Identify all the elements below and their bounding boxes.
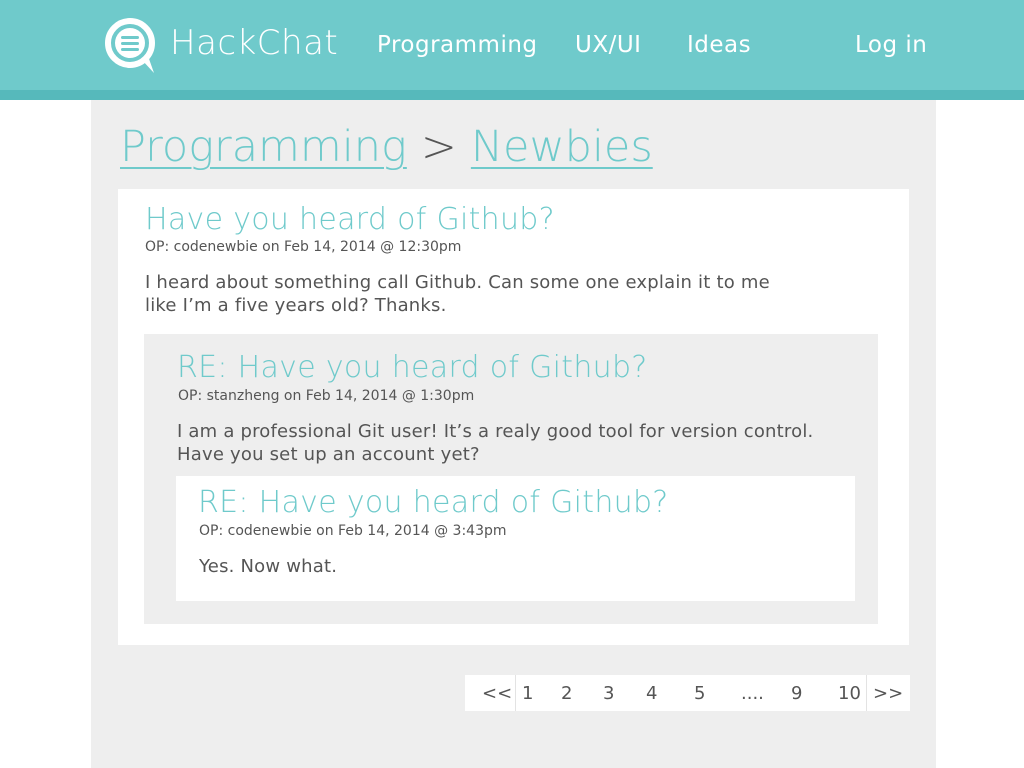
brand-name[interactable]: HackChat [170, 23, 338, 63]
pagination-page-1[interactable]: 1 [522, 683, 533, 704]
nested-reply-body-line: Yes. Now what. [199, 556, 338, 577]
breadcrumb-programming-link[interactable]: Programming [120, 122, 407, 172]
login-link[interactable]: Log in [855, 32, 927, 58]
pagination-page-2[interactable]: 2 [561, 683, 572, 704]
pagination-page-3[interactable]: 3 [603, 683, 614, 704]
post-body: I heard about something call Github. Can… [145, 271, 770, 317]
reply-body-line: I am a professional Git user! It’s a rea… [177, 421, 814, 442]
pagination-page-4[interactable]: 4 [646, 683, 657, 704]
pagination-page-9[interactable]: 9 [791, 683, 802, 704]
pagination-divider [515, 675, 516, 711]
breadcrumb: Programming > Newbies [120, 122, 653, 172]
header-stripe [0, 90, 1024, 100]
reply-meta: OP: stanzheng on Feb 14, 2014 @ 1:30pm [178, 388, 475, 404]
pagination-next[interactable]: >> [873, 683, 903, 704]
post-title[interactable]: Have you heard of Github? [145, 202, 555, 237]
nav-ideas[interactable]: Ideas [687, 32, 751, 58]
nav-programming[interactable]: Programming [377, 32, 538, 58]
chat-bubble-menu-icon[interactable] [104, 16, 158, 74]
breadcrumb-separator: > [420, 122, 457, 172]
breadcrumb-newbies-link[interactable]: Newbies [471, 122, 653, 172]
nav-uxui[interactable]: UX/UI [575, 32, 641, 58]
reply-body-line: Have you set up an account yet? [177, 444, 480, 465]
reply-title[interactable]: RE: Have you heard of Github? [177, 350, 648, 385]
pagination-page-10[interactable]: 10 [838, 683, 861, 704]
post-body-line: like I’m a five years old? Thanks. [145, 295, 447, 316]
post-body-line: I heard about something call Github. Can… [145, 272, 770, 293]
pagination-prev[interactable]: << [482, 683, 512, 704]
nested-reply-title[interactable]: RE: Have you heard of Github? [198, 485, 669, 520]
pagination-page-5[interactable]: 5 [694, 683, 705, 704]
post-meta: OP: codenewbie on Feb 14, 2014 @ 12:30pm [145, 239, 462, 255]
pagination-divider [866, 675, 867, 711]
nested-reply-body: Yes. Now what. [199, 555, 337, 578]
reply-body: I am a professional Git user! It’s a rea… [177, 420, 813, 466]
pagination: << 1 2 3 4 5 .... 9 10 >> [465, 675, 910, 711]
pagination-ellipsis: .... [741, 683, 764, 704]
nested-reply-meta: OP: codenewbie on Feb 14, 2014 @ 3:43pm [199, 523, 507, 539]
